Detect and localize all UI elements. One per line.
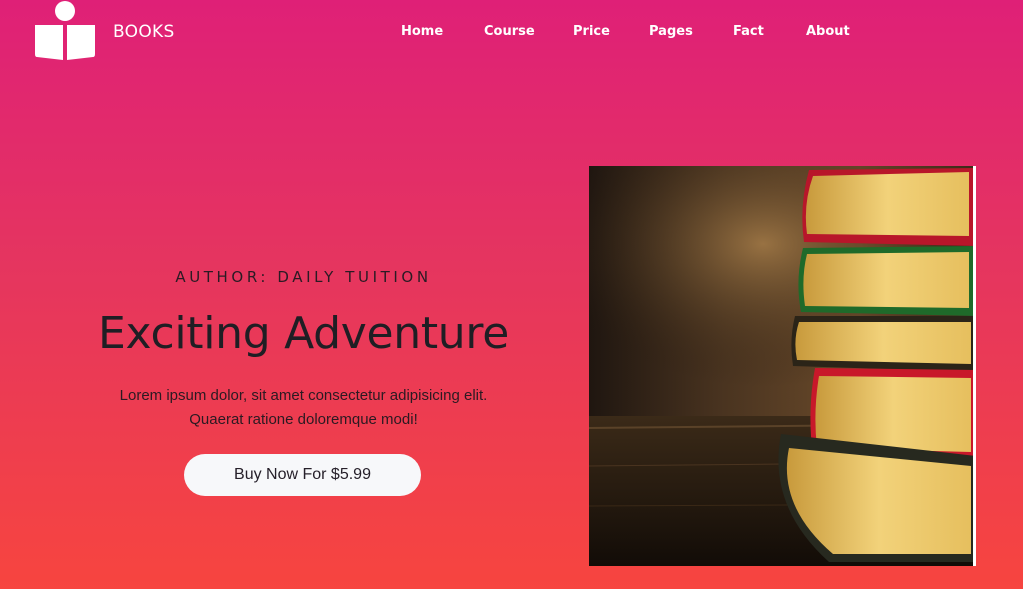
nav-home[interactable]: Home [401, 24, 443, 39]
nav-pages[interactable]: Pages [649, 24, 693, 39]
nav-price[interactable]: Price [573, 24, 610, 39]
nav-course[interactable]: Course [484, 24, 535, 39]
hero-description-line-2: Quaerat ratione doloremque modi! [189, 411, 418, 428]
buy-now-button[interactable]: Buy Now For $5.99 [184, 454, 421, 496]
nav-about[interactable]: About [806, 24, 850, 39]
author-line: AUTHOR: DAILY TUITION [175, 268, 432, 286]
main-nav: Home Course Price Pages Fact About [0, 24, 1023, 44]
hero-description: Lorem ipsum dolor, sit amet consectetur … [60, 384, 547, 432]
nav-fact[interactable]: Fact [733, 24, 764, 39]
stack-of-books-photo [589, 166, 976, 566]
hero-title: Exciting Adventure [98, 308, 509, 359]
hero-description-line-1: Lorem ipsum dolor, sit amet consectetur … [119, 387, 488, 404]
